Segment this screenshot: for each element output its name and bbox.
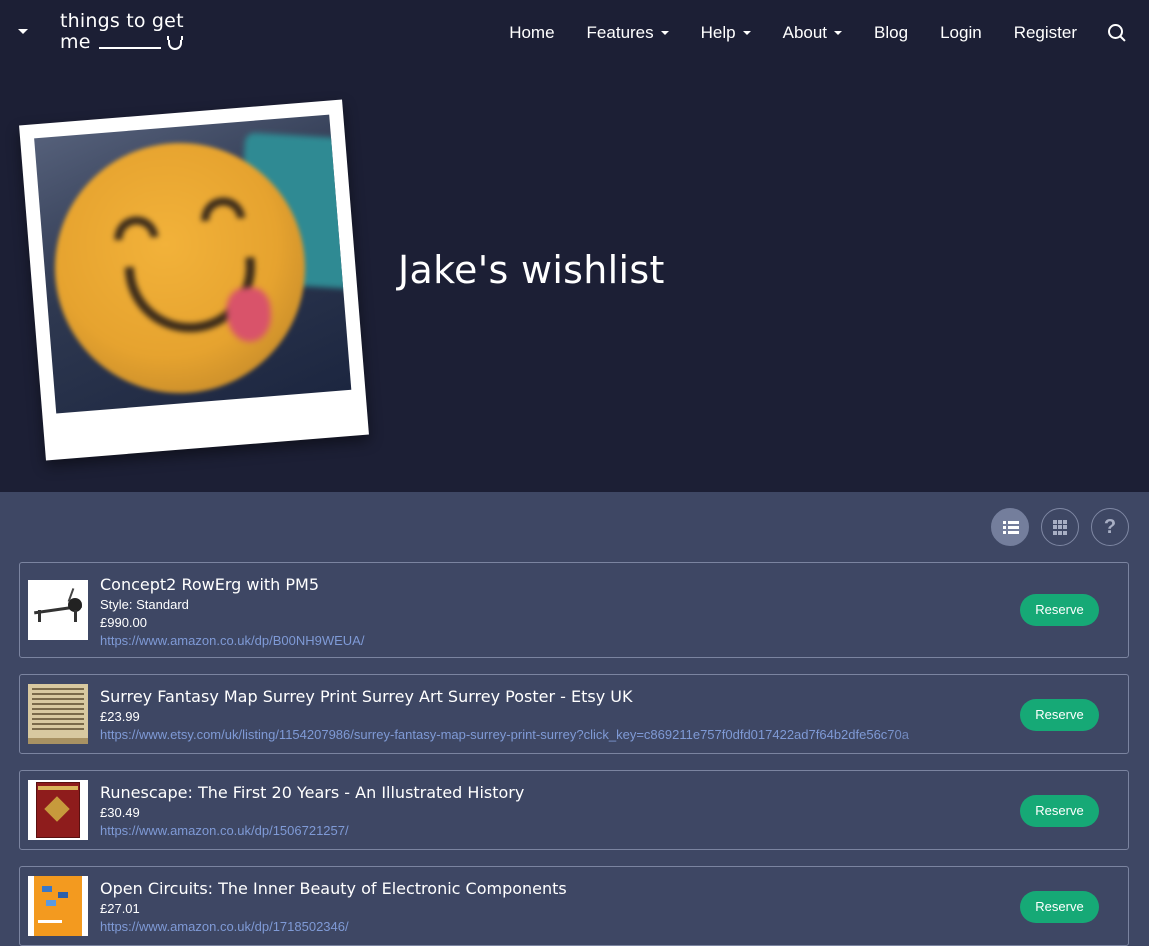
nav-features-label: Features — [586, 23, 654, 42]
logo-line-2: me — [60, 31, 91, 53]
logo-smile-icon — [166, 36, 183, 50]
profile-photo-frame — [19, 99, 369, 461]
nav-blog[interactable]: Blog — [874, 23, 908, 43]
grid-view-button[interactable] — [1041, 508, 1079, 546]
item-thumbnail[interactable] — [28, 684, 88, 744]
item-price: £27.01 — [100, 901, 140, 916]
item-link[interactable]: https://www.etsy.com/uk/listing/11542079… — [100, 727, 990, 742]
reserve-button[interactable]: Reserve — [1020, 795, 1099, 827]
item-link[interactable]: https://www.amazon.co.uk/dp/1718502346/ — [100, 919, 990, 934]
wish-item[interactable]: Open Circuits: The Inner Beauty of Elect… — [19, 866, 1129, 946]
main-nav: Home Features Help About Blog Login Regi… — [509, 19, 1127, 47]
item-title[interactable]: Concept2 RowErg with PM5 — [100, 575, 990, 594]
wish-item[interactable]: Runescape: The First 20 Years - An Illus… — [19, 770, 1129, 850]
emoji-tongue — [224, 286, 274, 344]
logo-line-1: things to get — [60, 10, 184, 32]
nav-about[interactable]: About — [782, 23, 843, 43]
item-thumbnail[interactable] — [28, 780, 88, 840]
search-icon[interactable] — [1107, 23, 1127, 43]
nav-about-label: About — [782, 23, 828, 42]
chevron-down-icon — [742, 31, 751, 35]
nav-home[interactable]: Home — [509, 23, 554, 43]
nav-help[interactable]: Help — [701, 23, 751, 43]
help-icon: ? — [1103, 516, 1117, 538]
item-link[interactable]: https://www.amazon.co.uk/dp/B00NH9WEUA/ — [100, 633, 990, 648]
profile-header: things to get me Home Features Help Abou… — [0, 0, 1149, 492]
page-title: Jake's wishlist — [398, 248, 665, 292]
logo-blank-line — [98, 47, 161, 49]
emoji-eye-right — [199, 195, 246, 222]
nav-help-label: Help — [700, 23, 736, 42]
reserve-button[interactable]: Reserve — [1020, 891, 1099, 923]
nav-blog-label: Blog — [874, 23, 909, 42]
item-title[interactable]: Surrey Fantasy Map Surrey Print Surrey A… — [100, 687, 990, 706]
item-price: £23.99 — [100, 709, 140, 724]
help-button[interactable]: ? — [1091, 508, 1129, 546]
nav-home-label: Home — [509, 23, 555, 42]
reserve-button[interactable]: Reserve — [1020, 699, 1099, 731]
item-title[interactable]: Runescape: The First 20 Years - An Illus… — [100, 783, 990, 802]
profile-photo — [34, 114, 352, 414]
nav-register[interactable]: Register — [1014, 23, 1077, 43]
chevron-down-icon — [834, 31, 843, 35]
item-price: £30.49 — [100, 805, 140, 820]
item-title[interactable]: Open Circuits: The Inner Beauty of Elect… — [100, 879, 990, 898]
site-logo[interactable]: things to get me — [60, 11, 190, 57]
reserve-button[interactable]: Reserve — [1020, 594, 1099, 626]
list-view-icon — [1003, 521, 1019, 534]
item-thumbnail[interactable] — [28, 876, 88, 936]
chevron-down-icon — [660, 31, 669, 35]
item-thumbnail[interactable] — [28, 580, 88, 640]
nav-register-label: Register — [1013, 23, 1077, 42]
nav-login-label: Login — [940, 23, 982, 42]
wish-item[interactable]: Concept2 RowErg with PM5 Style: Standard… — [19, 562, 1129, 658]
item-style: Style: Standard — [100, 597, 189, 612]
menu-toggle-icon[interactable] — [14, 24, 34, 40]
nav-features[interactable]: Features — [587, 23, 669, 43]
emoji-eye-left — [112, 214, 159, 241]
nav-login[interactable]: Login — [940, 23, 982, 43]
list-view-button[interactable] — [991, 508, 1029, 546]
item-link[interactable]: https://www.amazon.co.uk/dp/1506721257/ — [100, 823, 990, 838]
grid-view-icon — [1053, 520, 1068, 535]
item-price: £990.00 — [100, 615, 147, 630]
wish-item[interactable]: Surrey Fantasy Map Surrey Print Surrey A… — [19, 674, 1129, 754]
